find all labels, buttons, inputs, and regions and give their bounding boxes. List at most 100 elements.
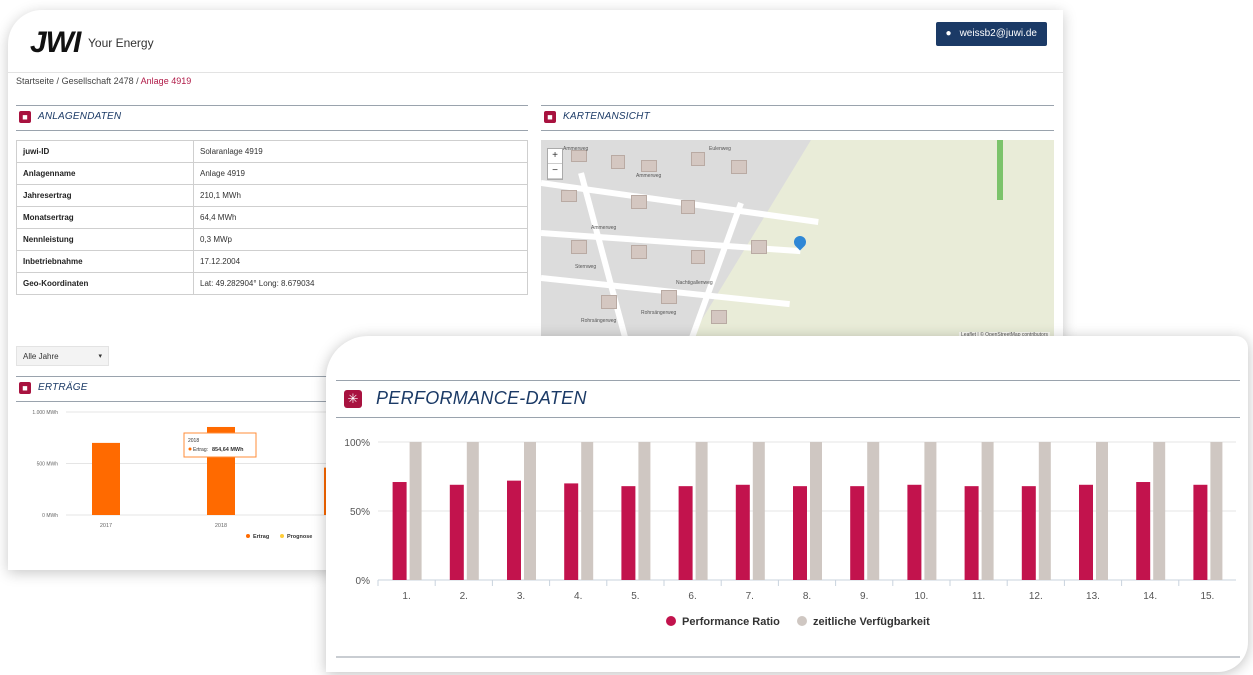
map-zoom-control: + − xyxy=(547,148,563,180)
y-tick-label: 0 MWh xyxy=(42,513,58,519)
tooltip-value: 854,64 MWh xyxy=(212,447,244,453)
breadcrumb: Startseite / Gesellschaft 2478 / Anlage … xyxy=(16,76,191,86)
availability-bar[interactable] xyxy=(695,442,708,580)
performance-ratio-bar[interactable] xyxy=(1021,486,1036,580)
table-row: Inbetriebnahme 17.12.2004 xyxy=(16,250,528,273)
x-tick-label: 11. xyxy=(972,591,985,602)
availability-bar[interactable] xyxy=(810,442,822,580)
x-tick-label: 14. xyxy=(1143,591,1157,602)
street-label: Ammerweg xyxy=(591,225,617,231)
street-label: Nachtigallenweg xyxy=(676,280,713,286)
building xyxy=(681,200,695,214)
x-tick-label: 4. xyxy=(574,591,582,602)
x-tick-label: 9. xyxy=(860,591,868,602)
availability-bar[interactable] xyxy=(752,442,765,580)
building xyxy=(731,160,747,174)
breadcrumb-current: Anlage 4919 xyxy=(140,76,192,86)
table-row: Jahresertrag 210,1 MWh xyxy=(16,184,528,207)
performance-ratio-bar[interactable] xyxy=(964,486,979,580)
performance-ratio-bar[interactable] xyxy=(621,486,636,580)
availability-bar[interactable] xyxy=(638,442,651,580)
availability-bar[interactable] xyxy=(1153,442,1166,580)
performance-ratio-bar[interactable] xyxy=(735,484,750,580)
legend-marker xyxy=(280,534,284,538)
legend-performance-ratio[interactable]: Performance Ratio xyxy=(682,616,780,628)
legend-marker xyxy=(666,616,676,626)
kartenansicht-title: KARTENANSICHT xyxy=(563,111,650,122)
performance-ratio-bar[interactable] xyxy=(850,486,865,580)
tooltip-dot xyxy=(188,447,192,451)
building xyxy=(601,295,617,309)
availability-bar[interactable] xyxy=(524,442,536,580)
availability-bar[interactable] xyxy=(981,442,994,580)
performance-header: ✳ PERFORMANCE-DATEN xyxy=(336,380,1240,418)
sparkle-icon: ✳ xyxy=(344,390,362,408)
anlagendaten-title: ANLAGENDATEN xyxy=(38,111,122,122)
table-row: Anlagenname Anlage 4919 xyxy=(16,162,528,185)
availability-bar[interactable] xyxy=(581,442,594,580)
legend-marker xyxy=(246,534,250,538)
table-row: Geo-Koordinaten Lat: 49.282904° Long: 8.6… xyxy=(16,272,528,295)
zoom-in-button[interactable]: + xyxy=(548,149,562,164)
street-label: Ammerweg xyxy=(563,146,589,152)
x-tick-label: 13. xyxy=(1086,591,1100,602)
availability-bar[interactable] xyxy=(1096,442,1108,580)
performance-ratio-bar[interactable] xyxy=(507,480,521,580)
x-tick-label: 3. xyxy=(517,591,525,602)
plant-icon: ■ xyxy=(19,111,31,123)
street-label: Ammerweg xyxy=(636,173,662,179)
breadcrumb-company[interactable]: Gesellschaft 2478 xyxy=(62,76,134,86)
street-label: Rohrsängerweg xyxy=(581,318,617,324)
availability-bar[interactable] xyxy=(1210,442,1223,580)
performance-ratio-bar[interactable] xyxy=(1079,484,1093,580)
map-icon: ■ xyxy=(544,111,556,123)
row-value: Solaranlage 4919 xyxy=(193,140,528,163)
legend-marker xyxy=(797,616,807,626)
performance-ratio-bar[interactable] xyxy=(449,484,464,580)
ertrag-bar[interactable] xyxy=(92,442,120,515)
row-key: Anlagenname xyxy=(16,162,194,185)
year-filter-select[interactable]: Alle Jahre ▾ xyxy=(16,346,109,366)
availability-bar[interactable] xyxy=(466,442,479,580)
zoom-out-button[interactable]: − xyxy=(548,164,562,179)
table-row: juwi-ID Solaranlage 4919 xyxy=(16,140,528,163)
y-tick-label: 500 MWh xyxy=(37,462,59,468)
legend-prognose[interactable]: Prognose xyxy=(287,534,312,540)
breadcrumb-separator: / xyxy=(56,76,60,86)
map-view[interactable]: Ammerweg Eulenweg Ammerweg Ammerweg Ster… xyxy=(541,140,1054,340)
performance-ratio-bar[interactable] xyxy=(1193,484,1208,580)
performance-ratio-bar[interactable] xyxy=(793,486,807,580)
availability-bar[interactable] xyxy=(409,442,422,580)
performance-ratio-bar[interactable] xyxy=(1136,482,1151,580)
x-tick-label: 1. xyxy=(402,591,410,602)
performance-ratio-bar[interactable] xyxy=(678,486,693,580)
availability-bar[interactable] xyxy=(924,442,937,580)
row-value: 210,1 MWh xyxy=(193,184,528,207)
building xyxy=(661,290,677,304)
year-filter-value: Alle Jahre xyxy=(23,352,59,361)
breadcrumb-home[interactable]: Startseite xyxy=(16,76,54,86)
juwi-logo[interactable]: JWI xyxy=(30,26,81,60)
row-key: Nennleistung xyxy=(16,228,194,251)
performance-ratio-bar[interactable] xyxy=(564,483,579,580)
row-value: Anlage 4919 xyxy=(193,162,528,185)
x-tick-label: 2. xyxy=(460,591,468,602)
x-tick-label: 2017 xyxy=(100,523,112,529)
row-key: Monatsertrag xyxy=(16,206,194,229)
row-value: 17.12.2004 xyxy=(193,250,528,273)
x-tick-label: 2018 xyxy=(215,523,227,529)
row-value: 64,4 MWh xyxy=(193,206,528,229)
legend-verfuegbarkeit[interactable]: zeitliche Verfügbarkeit xyxy=(813,616,930,628)
user-account-button[interactable]: ● weissb2@juwi.de xyxy=(935,22,1047,46)
performance-card: ✳ PERFORMANCE-DATEN 0% 50% 100% 1. 2. 3. 4. 5. 6… xyxy=(326,336,1248,672)
performance-ratio-bar[interactable] xyxy=(907,484,922,580)
y-tick-label: 0% xyxy=(356,576,371,587)
legend-ertrag[interactable]: Ertrag xyxy=(253,534,269,540)
y-tick-label: 50% xyxy=(350,507,370,518)
performance-ratio-bar[interactable] xyxy=(392,482,407,580)
plant-data-table: juwi-ID Solaranlage 4919 Anlagenname Anlage… xyxy=(16,140,528,295)
breadcrumb-separator: / xyxy=(136,76,139,86)
building xyxy=(561,190,577,202)
availability-bar[interactable] xyxy=(867,442,880,580)
availability-bar[interactable] xyxy=(1038,442,1051,580)
